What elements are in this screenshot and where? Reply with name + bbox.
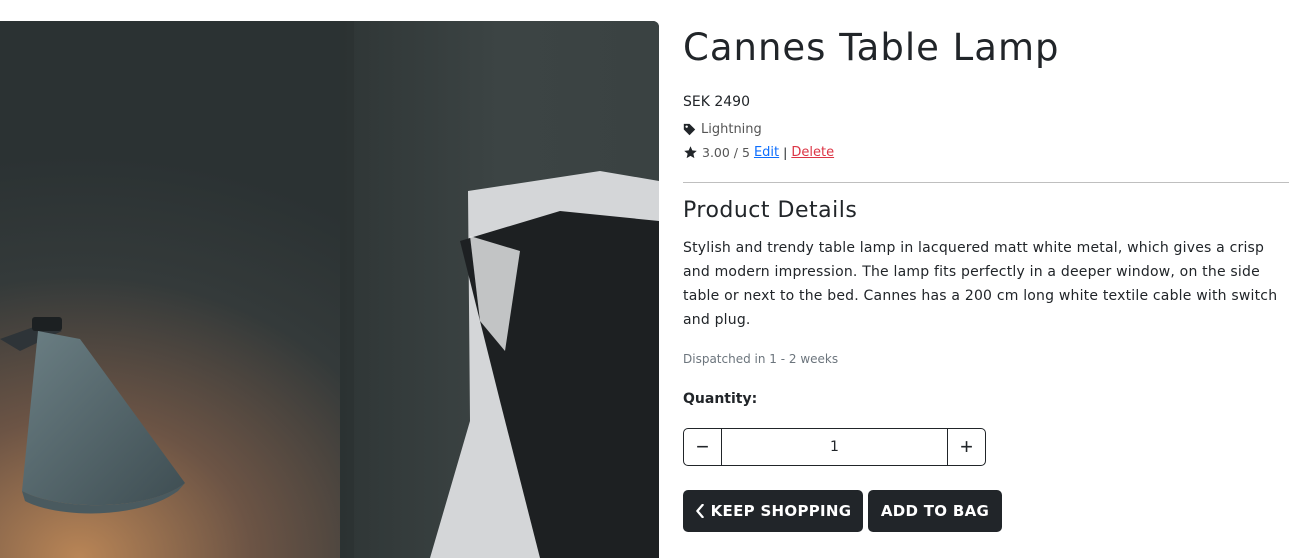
product-description: Stylish and trendy table lamp in lacquer… (683, 240, 1278, 328)
quantity-stepper: − + (683, 428, 986, 466)
decrement-button[interactable]: − (683, 428, 722, 466)
tag-icon (683, 123, 696, 136)
edit-link[interactable]: Edit (754, 145, 779, 160)
keep-shopping-button[interactable]: KEEP SHOPPING (683, 490, 863, 532)
quantity-label: Quantity: (683, 391, 758, 407)
add-to-bag-label: ADD TO BAG (880, 502, 990, 520)
category-label: Lightning (701, 122, 762, 137)
product-image (0, 21, 659, 558)
product-details-heading: Product Details (683, 198, 858, 223)
star-icon (684, 146, 697, 159)
chevron-left-icon (695, 504, 704, 518)
dispatch-info: Dispatched in 1 - 2 weeks (683, 352, 839, 366)
product-price: SEK 2490 (683, 94, 750, 110)
product-category[interactable]: Lightning (683, 122, 762, 137)
plus-icon: + (960, 434, 973, 459)
product-title: Cannes Table Lamp (683, 26, 1060, 69)
delete-link[interactable]: Delete (791, 145, 834, 160)
product-rating: 3.00 / 5 Edit | Delete (683, 145, 834, 160)
quantity-input[interactable] (722, 428, 947, 466)
increment-button[interactable]: + (947, 428, 986, 466)
link-separator: | (783, 145, 788, 160)
lamp-photo (0, 21, 659, 558)
add-to-bag-button[interactable]: ADD TO BAG (868, 490, 1002, 532)
rating-value: 3.00 / 5 (702, 145, 750, 160)
keep-shopping-label: KEEP SHOPPING (710, 502, 852, 520)
minus-icon: − (696, 434, 709, 459)
divider (683, 182, 1289, 183)
